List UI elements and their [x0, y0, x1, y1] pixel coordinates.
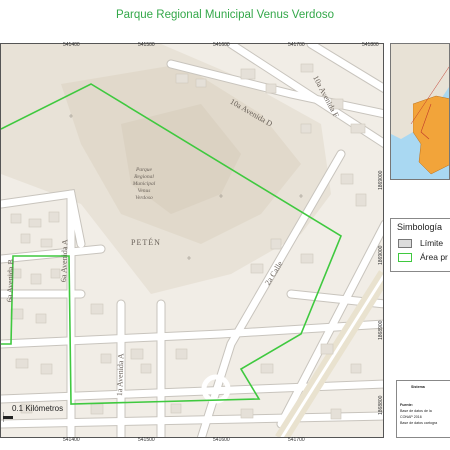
legend-box: Simbología Límite Área pr: [390, 218, 450, 272]
inset-canvas: [391, 44, 449, 179]
tick-top-3: 541600: [213, 42, 230, 48]
info-source-label: Fuente:: [400, 403, 413, 407]
info-source-line3: Base de datos cartogra: [400, 421, 438, 425]
info-box: Sistema Fuente: Base de datos de la CONA…: [396, 380, 450, 438]
info-heading: Sistema: [411, 385, 425, 389]
legend-title: Simbología: [397, 222, 443, 232]
main-map[interactable]: Parque Regional Municipal Venus Verdoso …: [0, 43, 384, 438]
tick-bottom-4: 541700: [288, 437, 305, 443]
park-label-line1: Parque: [136, 167, 152, 173]
tick-top-4: 541700: [288, 42, 305, 48]
map-title: Parque Regional Municipal Venus Verdoso: [115, 9, 334, 21]
tick-top-2: 541500: [138, 42, 155, 48]
tick-right-3: 1868900: [378, 320, 384, 340]
park-label-line3: Municipal: [132, 181, 156, 187]
park-label-line4: Venus Verdoso: [135, 188, 153, 201]
tick-top-1: 541400: [63, 42, 80, 48]
park-label-line2: Regional: [134, 174, 154, 180]
inset-map[interactable]: [390, 43, 450, 180]
tick-right-1: 1869000: [378, 170, 384, 190]
tick-right-4: 1868800: [378, 395, 384, 415]
scale-label: 0.1 Kilómetros: [12, 404, 64, 413]
tick-bottom-2: 541500: [138, 437, 155, 443]
legend-label-limite: Límite: [420, 238, 444, 248]
info-source-line2: CONAP 2016: [400, 415, 422, 419]
info-source-line1: Base de datos de la: [400, 409, 432, 413]
legend-label-area: Área pr: [420, 252, 448, 262]
street-label-avenida-a-top: 6a Avenida A: [59, 239, 70, 283]
tick-bottom-3: 541600: [213, 437, 230, 443]
street-label-avenida-a-bottom: 1a Avenida A: [115, 353, 126, 397]
legend-swatch-limite: [398, 239, 412, 248]
department-label: PETÉN: [131, 238, 161, 247]
tick-top-5: 541800: [362, 42, 379, 48]
tick-right-2: 1869000: [378, 245, 384, 265]
legend-swatch-area: [398, 253, 412, 262]
street-label-avenida-b: 6a Avenida B: [5, 259, 16, 303]
tick-bottom-1: 541400: [63, 437, 80, 443]
